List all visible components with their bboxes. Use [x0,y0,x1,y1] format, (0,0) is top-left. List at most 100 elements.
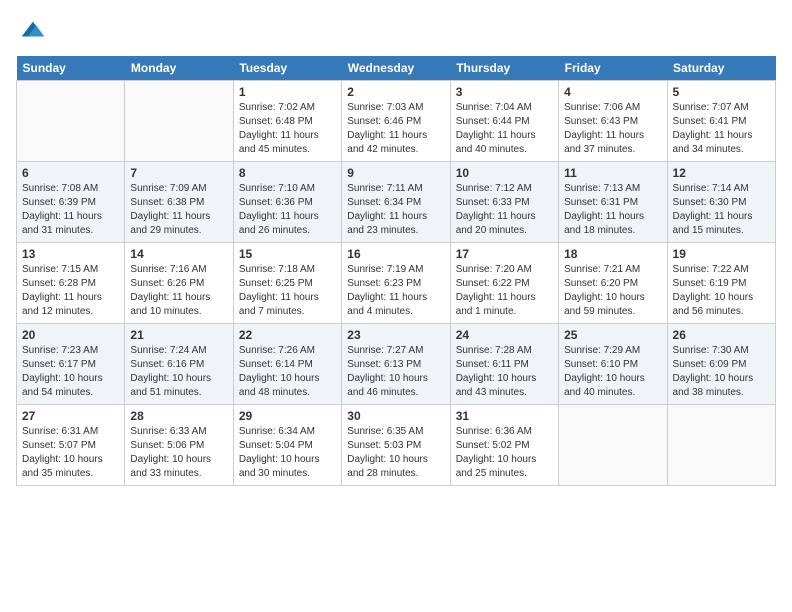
day-info: Sunrise: 7:19 AMSunset: 6:23 PMDaylight:… [347,263,444,319]
day-info: Sunrise: 7:11 AMSunset: 6:34 PMDaylight:… [347,182,444,238]
day-info: Sunrise: 7:21 AMSunset: 6:20 PMDaylight:… [564,263,661,319]
day-info: Sunrise: 6:35 AMSunset: 5:03 PMDaylight:… [347,425,444,481]
calendar-cell [667,405,775,486]
day-info: Sunrise: 7:13 AMSunset: 6:31 PMDaylight:… [564,182,661,238]
day-info: Sunrise: 7:08 AMSunset: 6:39 PMDaylight:… [22,182,119,238]
day-number: 26 [673,328,770,342]
day-number: 30 [347,409,444,423]
logo-icon [18,16,46,44]
day-info: Sunrise: 7:20 AMSunset: 6:22 PMDaylight:… [456,263,553,319]
day-number: 19 [673,247,770,261]
calendar-cell: 16 Sunrise: 7:19 AMSunset: 6:23 PMDayligh… [342,243,450,324]
calendar-cell: 8 Sunrise: 7:10 AMSunset: 6:36 PMDaylight… [233,162,341,243]
calendar-cell: 9 Sunrise: 7:11 AMSunset: 6:34 PMDaylight… [342,162,450,243]
calendar-cell [17,81,125,162]
calendar-cell: 25 Sunrise: 7:29 AMSunset: 6:10 PMDayligh… [559,324,667,405]
calendar-cell [125,81,233,162]
day-info: Sunrise: 7:29 AMSunset: 6:10 PMDaylight:… [564,344,661,400]
calendar-cell: 13 Sunrise: 7:15 AMSunset: 6:28 PMDayligh… [17,243,125,324]
day-number: 12 [673,166,770,180]
day-number: 29 [239,409,336,423]
day-number: 2 [347,85,444,99]
day-number: 3 [456,85,553,99]
day-number: 15 [239,247,336,261]
day-number: 21 [130,328,227,342]
day-number: 11 [564,166,661,180]
day-info: Sunrise: 7:18 AMSunset: 6:25 PMDaylight:… [239,263,336,319]
day-number: 27 [22,409,119,423]
calendar-cell: 29 Sunrise: 6:34 AMSunset: 5:04 PMDayligh… [233,405,341,486]
day-number: 22 [239,328,336,342]
calendar-header-sunday: Sunday [17,56,125,81]
calendar-cell: 30 Sunrise: 6:35 AMSunset: 5:03 PMDayligh… [342,405,450,486]
calendar-cell: 15 Sunrise: 7:18 AMSunset: 6:25 PMDayligh… [233,243,341,324]
calendar-week-row: 13 Sunrise: 7:15 AMSunset: 6:28 PMDayligh… [17,243,776,324]
day-info: Sunrise: 7:03 AMSunset: 6:46 PMDaylight:… [347,101,444,157]
calendar-header-thursday: Thursday [450,56,558,81]
calendar-header-saturday: Saturday [667,56,775,81]
day-info: Sunrise: 6:34 AMSunset: 5:04 PMDaylight:… [239,425,336,481]
day-info: Sunrise: 7:02 AMSunset: 6:48 PMDaylight:… [239,101,336,157]
calendar-cell: 26 Sunrise: 7:30 AMSunset: 6:09 PMDayligh… [667,324,775,405]
day-info: Sunrise: 7:26 AMSunset: 6:14 PMDaylight:… [239,344,336,400]
calendar-header-monday: Monday [125,56,233,81]
day-number: 5 [673,85,770,99]
day-info: Sunrise: 7:16 AMSunset: 6:26 PMDaylight:… [130,263,227,319]
day-info: Sunrise: 7:06 AMSunset: 6:43 PMDaylight:… [564,101,661,157]
day-number: 17 [456,247,553,261]
day-number: 28 [130,409,227,423]
calendar-cell: 31Sunrise: 6:36 AMSunset: 5:02 PMDayligh… [450,405,558,486]
day-number: 20 [22,328,119,342]
day-info: Sunrise: 7:07 AMSunset: 6:41 PMDaylight:… [673,101,770,157]
day-info: Sunrise: 7:04 AMSunset: 6:44 PMDaylight:… [456,101,553,157]
calendar-cell: 28 Sunrise: 6:33 AMSunset: 5:06 PMDayligh… [125,405,233,486]
calendar-cell: 2 Sunrise: 7:03 AMSunset: 6:46 PMDaylight… [342,81,450,162]
calendar-header-row: SundayMondayTuesdayWednesdayThursdayFrid… [17,56,776,81]
day-number: 9 [347,166,444,180]
calendar-cell: 23 Sunrise: 7:27 AMSunset: 6:13 PMDayligh… [342,324,450,405]
calendar-cell: 19Sunrise: 7:22 AMSunset: 6:19 PMDayligh… [667,243,775,324]
day-info: Sunrise: 7:15 AMSunset: 6:28 PMDaylight:… [22,263,119,319]
day-number: 25 [564,328,661,342]
day-info: Sunrise: 6:31 AMSunset: 5:07 PMDaylight:… [22,425,119,481]
day-number: 31 [456,409,553,423]
day-info: Sunrise: 7:09 AMSunset: 6:38 PMDaylight:… [130,182,227,238]
day-number: 13 [22,247,119,261]
day-info: Sunrise: 7:23 AMSunset: 6:17 PMDaylight:… [22,344,119,400]
day-info: Sunrise: 7:28 AMSunset: 6:11 PMDaylight:… [456,344,553,400]
day-info: Sunrise: 6:33 AMSunset: 5:06 PMDaylight:… [130,425,227,481]
calendar-cell: 24 Sunrise: 7:28 AMSunset: 6:11 PMDayligh… [450,324,558,405]
calendar-week-row: 6 Sunrise: 7:08 AMSunset: 6:39 PMDaylight… [17,162,776,243]
day-info: Sunrise: 7:24 AMSunset: 6:16 PMDaylight:… [130,344,227,400]
calendar-header-wednesday: Wednesday [342,56,450,81]
day-number: 1 [239,85,336,99]
day-number: 24 [456,328,553,342]
calendar-week-row: 1 Sunrise: 7:02 AMSunset: 6:48 PMDaylight… [17,81,776,162]
day-number: 16 [347,247,444,261]
calendar-cell: 20 Sunrise: 7:23 AMSunset: 6:17 PMDayligh… [17,324,125,405]
calendar-cell: 7Sunrise: 7:09 AMSunset: 6:38 PMDaylight… [125,162,233,243]
calendar-cell: 21 Sunrise: 7:24 AMSunset: 6:16 PMDayligh… [125,324,233,405]
day-info: Sunrise: 7:12 AMSunset: 6:33 PMDaylight:… [456,182,553,238]
day-number: 10 [456,166,553,180]
day-number: 8 [239,166,336,180]
day-number: 23 [347,328,444,342]
day-number: 4 [564,85,661,99]
day-info: Sunrise: 7:27 AMSunset: 6:13 PMDaylight:… [347,344,444,400]
calendar-cell [559,405,667,486]
day-number: 18 [564,247,661,261]
day-number: 6 [22,166,119,180]
calendar-week-row: 20 Sunrise: 7:23 AMSunset: 6:17 PMDayligh… [17,324,776,405]
calendar-cell: 1 Sunrise: 7:02 AMSunset: 6:48 PMDaylight… [233,81,341,162]
calendar-week-row: 27 Sunrise: 6:31 AMSunset: 5:07 PMDayligh… [17,405,776,486]
calendar-cell: 27 Sunrise: 6:31 AMSunset: 5:07 PMDayligh… [17,405,125,486]
day-info: Sunrise: 7:14 AMSunset: 6:30 PMDaylight:… [673,182,770,238]
calendar-table: SundayMondayTuesdayWednesdayThursdayFrid… [16,56,776,486]
day-info: Sunrise: 7:30 AMSunset: 6:09 PMDaylight:… [673,344,770,400]
calendar-cell: 5 Sunrise: 7:07 AMSunset: 6:41 PMDaylight… [667,81,775,162]
page-header [16,16,776,44]
calendar-header-friday: Friday [559,56,667,81]
calendar-cell: 22 Sunrise: 7:26 AMSunset: 6:14 PMDayligh… [233,324,341,405]
day-info: Sunrise: 7:10 AMSunset: 6:36 PMDaylight:… [239,182,336,238]
calendar-cell: 10 Sunrise: 7:12 AMSunset: 6:33 PMDayligh… [450,162,558,243]
